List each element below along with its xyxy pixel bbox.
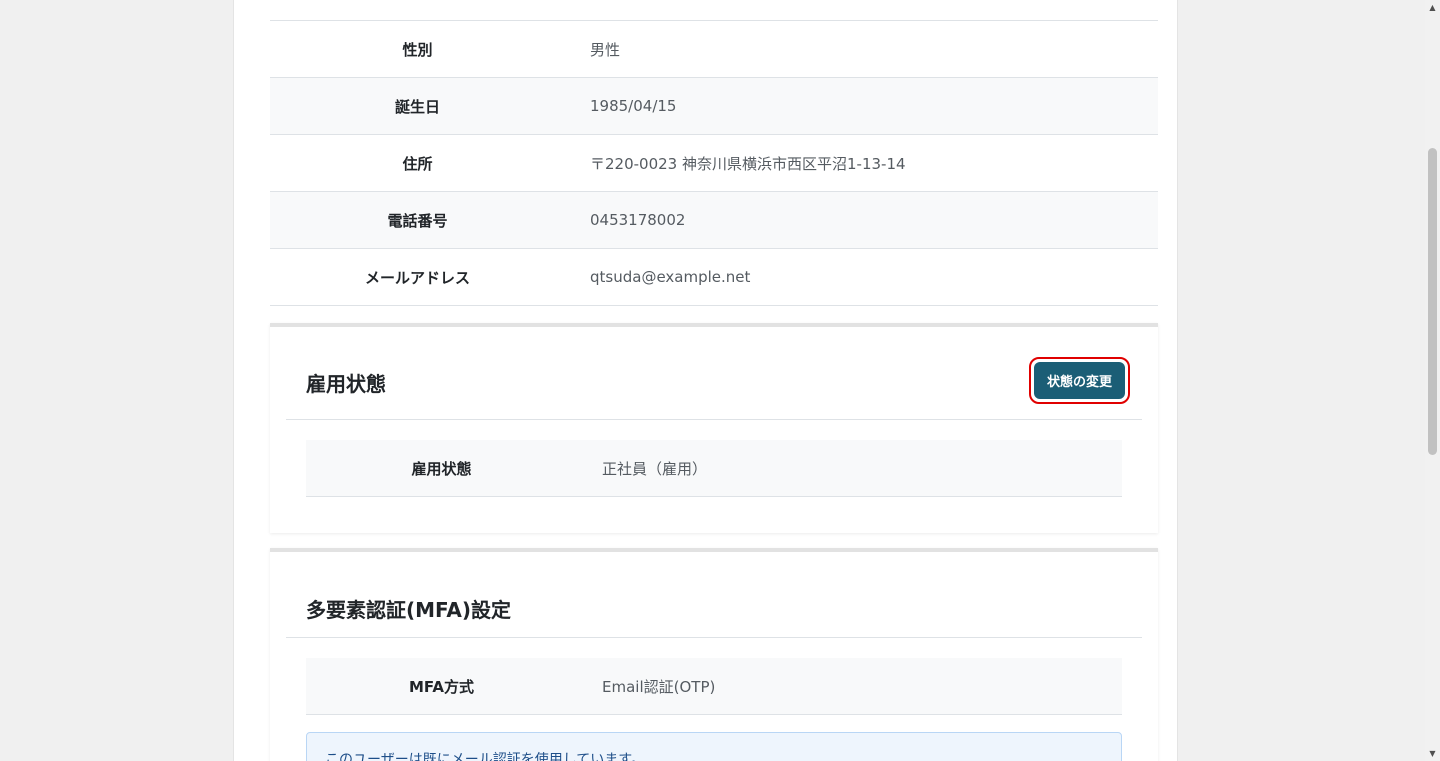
birthday-value: 1985/04/15 xyxy=(590,97,677,115)
mfa-method-label: MFA方式 xyxy=(408,677,475,696)
table-row-phone: 電話番号 0453178002 xyxy=(270,192,1158,249)
email-label: メールアドレス xyxy=(364,268,470,287)
table-row-gender: 性別 男性 xyxy=(270,21,1158,78)
employment-status-label: 雇用状態 xyxy=(411,459,472,478)
table-row-address: 住所 〒220-0023 神奈川県横浜市西区平沼1-13-14 xyxy=(270,135,1158,192)
mfa-method-value: Email認証(OTP) xyxy=(602,677,716,696)
email-value: qtsuda@example.net xyxy=(590,268,751,286)
change-status-button[interactable]: 状態の変更 xyxy=(1033,362,1125,399)
employment-status-value: 正社員（雇用） xyxy=(602,459,708,478)
address-value: 〒220-0023 神奈川県横浜市西区平沼1-13-14 xyxy=(590,154,906,173)
vertical-scrollbar[interactable]: ▲ ▼ xyxy=(1425,0,1440,761)
employment-card-header: 雇用状態 状態の変更 xyxy=(286,327,1142,420)
table-row-email: メールアドレス qtsuda@example.net xyxy=(270,249,1158,306)
birthday-label: 誕生日 xyxy=(394,97,440,116)
mfa-card-header: 多要素認証(MFA)設定 xyxy=(286,552,1142,638)
page-content: 性別 男性 誕生日 1985/04/15 住所 〒220-0023 神奈川県横浜… xyxy=(233,0,1178,761)
mfa-card: 多要素認証(MFA)設定 MFA方式 Email認証(OTP) このユーザーは既… xyxy=(270,548,1158,761)
mfa-info-alert: このユーザーは既にメール認証を使用しています。 xyxy=(306,732,1122,761)
gender-value: 男性 xyxy=(590,40,621,59)
scroll-thumb[interactable] xyxy=(1428,148,1437,455)
employment-title: 雇用状態 xyxy=(306,372,386,396)
phone-value: 0453178002 xyxy=(590,211,686,229)
scroll-down-icon[interactable]: ▼ xyxy=(1425,746,1440,761)
scroll-up-icon[interactable]: ▲ xyxy=(1425,0,1440,15)
change-button-highlight: 状態の変更 xyxy=(1028,357,1130,404)
gender-label: 性別 xyxy=(402,40,433,59)
table-row xyxy=(270,0,1158,21)
mfa-method-row: MFA方式 Email認証(OTP) xyxy=(306,658,1122,715)
address-label: 住所 xyxy=(402,154,433,173)
phone-label: 電話番号 xyxy=(387,211,448,230)
employment-card: 雇用状態 状態の変更 雇用状態 正社員（雇用） xyxy=(270,323,1158,533)
employment-status-row: 雇用状態 正社員（雇用） xyxy=(306,440,1122,497)
profile-table: 性別 男性 誕生日 1985/04/15 住所 〒220-0023 神奈川県横浜… xyxy=(270,0,1158,306)
mfa-title: 多要素認証(MFA)設定 xyxy=(306,598,512,622)
table-row-birthday: 誕生日 1985/04/15 xyxy=(270,78,1158,135)
